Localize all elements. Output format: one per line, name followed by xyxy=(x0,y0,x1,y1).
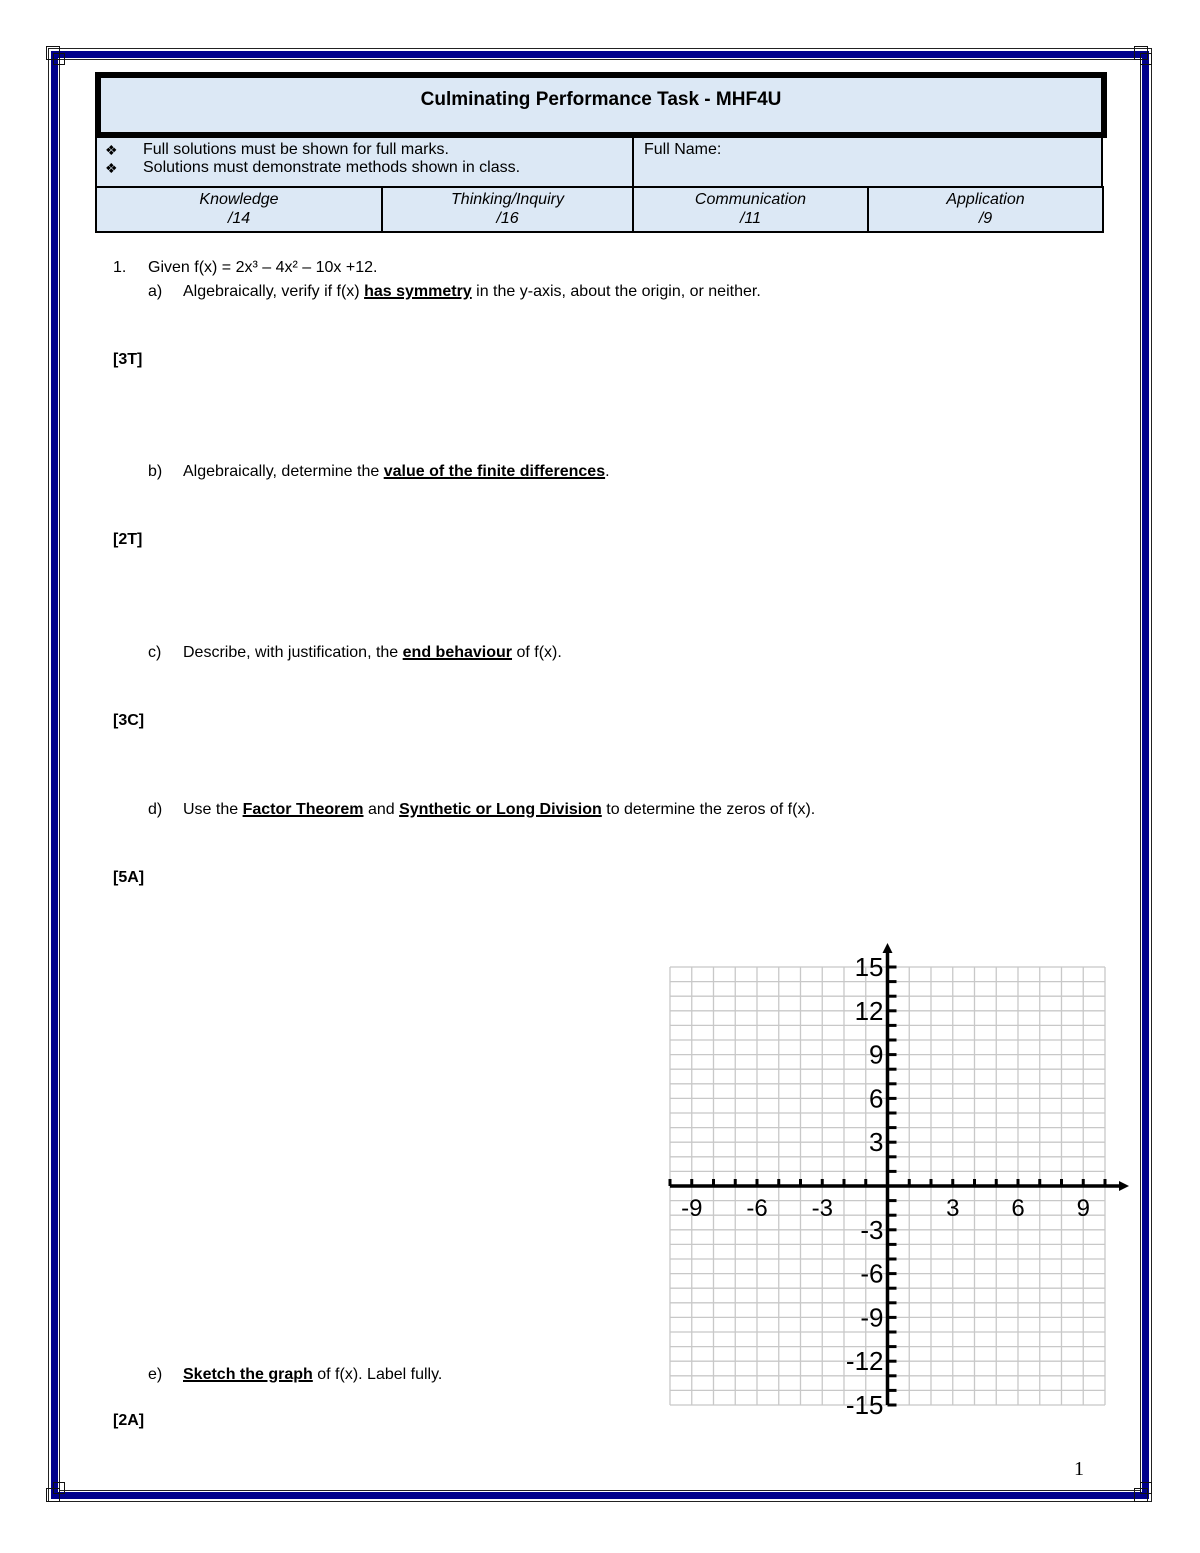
y-tick-label: -12 xyxy=(846,1346,884,1376)
y-tick-label: -3 xyxy=(860,1215,883,1245)
y-tick-label: -6 xyxy=(860,1259,883,1289)
y-tick-label: 6 xyxy=(869,1083,883,1113)
x-tick-label: -6 xyxy=(746,1195,767,1222)
y-tick-label: 9 xyxy=(869,1040,883,1070)
y-tick-label: -9 xyxy=(860,1302,883,1332)
page-number: 1 xyxy=(1074,1458,1084,1480)
y-tick-label: 3 xyxy=(869,1127,883,1157)
y-tick-label: -15 xyxy=(846,1390,884,1420)
y-axis-arrow-icon xyxy=(882,943,893,953)
y-tick-label: 12 xyxy=(855,996,884,1026)
x-tick-label: -9 xyxy=(681,1195,702,1222)
y-tick-label: 15 xyxy=(855,952,884,982)
x-tick-label: 3 xyxy=(946,1195,959,1222)
x-axis-arrow-icon xyxy=(1119,1181,1129,1191)
coordinate-grid[interactable]: -9 -6 -3 3 6 9 15 12 9 6 3 -3 -6 -9 -12 -15 xyxy=(0,0,1200,1553)
axes xyxy=(668,943,1129,1407)
x-tick-label: 6 xyxy=(1011,1195,1024,1222)
x-tick-label: -3 xyxy=(812,1195,833,1222)
x-tick-label: 9 xyxy=(1077,1195,1090,1222)
